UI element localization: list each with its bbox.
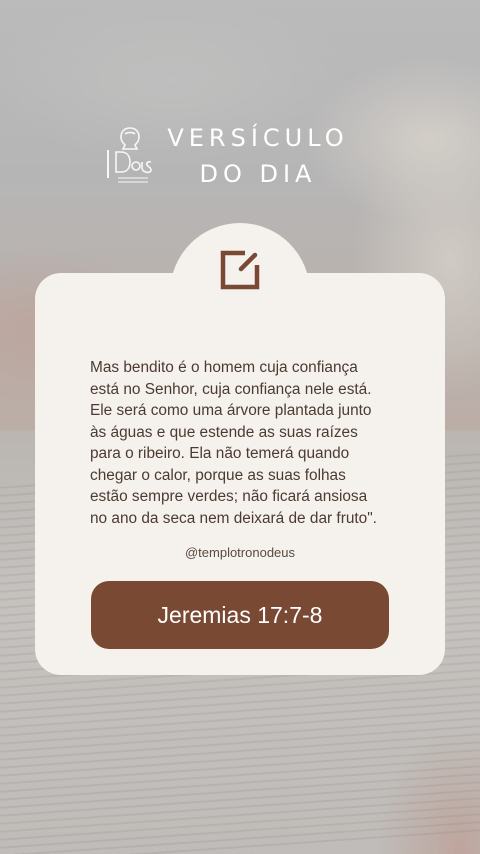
verse-line: no ano da seca nem deixará de dar fruto"… — [90, 509, 377, 527]
verse-reference-button[interactable]: Jeremias 17:7-8 — [91, 581, 389, 649]
verse-line: às águas e que estende as suas raízes — [90, 423, 358, 441]
social-handle: @templotronodeus — [184, 545, 296, 560]
brand-logo — [103, 122, 153, 194]
story-screen: VERSÍCULO DO DIA Mas bendito é o homem c… — [0, 0, 480, 854]
verse-reference-label: Jeremias 17:7-8 — [157, 601, 323, 628]
verse-text: Mas bendito é o homem cuja confiança est… — [90, 357, 400, 529]
title-line-2: DO DIA — [199, 160, 317, 188]
verse-line: estão sempre verdes; não ficará ansiosa — [90, 488, 368, 505]
title-line-1: VERSÍCULO — [167, 124, 349, 152]
verse-line: está no Senhor, cuja confiança nele está… — [90, 380, 372, 398]
verse-line: chegar o calor, porque as suas folhas — [90, 466, 346, 484]
verse-line: Ele será como uma árvore plantada junto — [90, 402, 372, 419]
verse-line: para o ribeiro. Ela não temerá quando — [90, 445, 350, 462]
page-title: VERSÍCULO DO DIA — [158, 120, 358, 192]
lion-logo-icon — [107, 127, 152, 183]
edit-icon — [217, 247, 263, 293]
verse-line: Mas bendito é o homem cuja confiança — [90, 359, 358, 376]
